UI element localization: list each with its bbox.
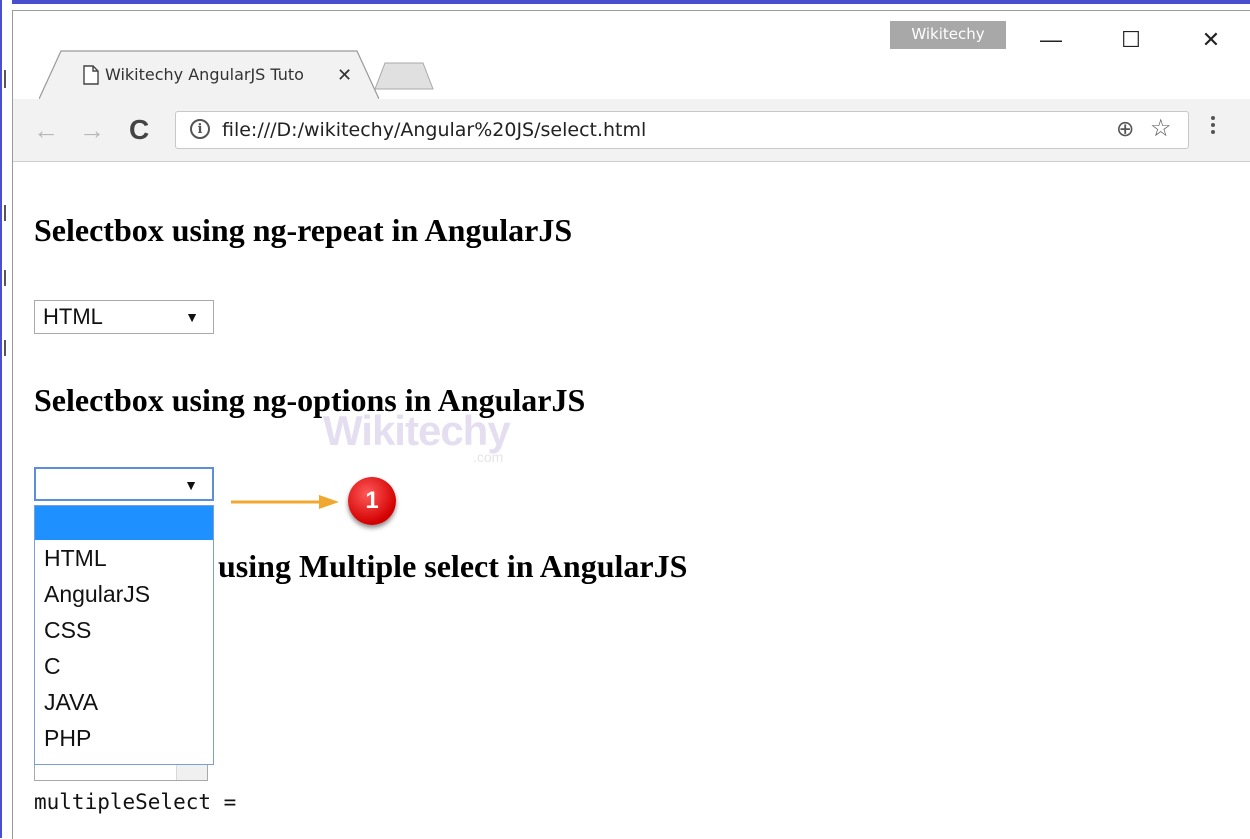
chevron-down-icon: ▼ bbox=[185, 309, 199, 325]
select-value: HTML bbox=[43, 304, 103, 329]
watermark-sub: .com bbox=[473, 449, 504, 465]
dropdown-option[interactable]: CSS bbox=[35, 612, 213, 648]
maximize-button[interactable]: ☐ bbox=[1111, 25, 1151, 55]
dropdown-option[interactable] bbox=[35, 506, 213, 540]
address-bar[interactable]: i file:///D:/wikitechy/Angular%20JS/sele… bbox=[175, 111, 1189, 149]
reload-icon[interactable]: C bbox=[129, 115, 149, 145]
close-window-button[interactable]: ✕ bbox=[1191, 25, 1231, 55]
browser-toolbar: ← → C i file:///D:/wikitechy/Angular%20J… bbox=[13, 99, 1250, 162]
tab-active[interactable]: Wikitechy AngularJS Tuto ✕ bbox=[39, 49, 379, 99]
more-menu-icon[interactable] bbox=[1209, 113, 1217, 143]
chevron-down-icon: ▼ bbox=[184, 477, 198, 493]
browser-window: Wikitechy — ☐ ✕ Wikitechy AngularJS Tuto… bbox=[12, 10, 1250, 839]
profile-badge[interactable]: Wikitechy bbox=[890, 21, 1006, 49]
dropdown-option[interactable]: AngularJS bbox=[35, 576, 213, 612]
zoom-icon[interactable]: ⊕ bbox=[1116, 116, 1134, 142]
dropdown-option[interactable]: HTML bbox=[35, 540, 213, 576]
screenshot-frame-top bbox=[0, 0, 1250, 4]
close-icon[interactable]: ✕ bbox=[337, 63, 352, 87]
bookmark-star-icon[interactable]: ☆ bbox=[1150, 114, 1172, 143]
dropdown-option[interactable]: PHP bbox=[35, 720, 213, 756]
title-bar: Wikitechy — ☐ ✕ Wikitechy AngularJS Tuto… bbox=[13, 11, 1250, 99]
page-content: Wikitechy .com Selectbox using ng-repeat… bbox=[13, 162, 1250, 839]
page-icon bbox=[83, 65, 99, 85]
step-callout-badge: 1 bbox=[348, 477, 396, 525]
back-arrow-icon[interactable]: ← bbox=[33, 115, 59, 145]
url-text[interactable]: file:///D:/wikitechy/Angular%20JS/select… bbox=[222, 118, 646, 142]
ng-repeat-select[interactable]: HTML ▼ bbox=[34, 300, 214, 334]
annotation-arrow bbox=[231, 495, 339, 509]
minimize-button[interactable]: — bbox=[1031, 25, 1071, 55]
heading-ng-repeat: Selectbox using ng-repeat in AngularJS bbox=[34, 212, 573, 248]
heading-ng-options: Selectbox using ng-options in AngularJS bbox=[34, 382, 586, 418]
editor-gutter-marks bbox=[2, 0, 12, 838]
heading-multiple-select: using Multiple select in AngularJS bbox=[218, 548, 688, 584]
tab-title: Wikitechy AngularJS Tuto bbox=[105, 65, 304, 84]
dropdown-list[interactable]: HTML AngularJS CSS C JAVA PHP bbox=[34, 505, 214, 765]
ng-options-select[interactable]: ▼ bbox=[34, 467, 214, 501]
forward-arrow-icon[interactable]: → bbox=[79, 115, 105, 145]
dropdown-option[interactable]: C bbox=[35, 648, 213, 684]
new-tab-button[interactable] bbox=[374, 61, 435, 91]
dropdown-option[interactable]: JAVA bbox=[35, 684, 213, 720]
info-icon[interactable]: i bbox=[190, 119, 210, 139]
model-output-text: multipleSelect = bbox=[34, 790, 237, 814]
